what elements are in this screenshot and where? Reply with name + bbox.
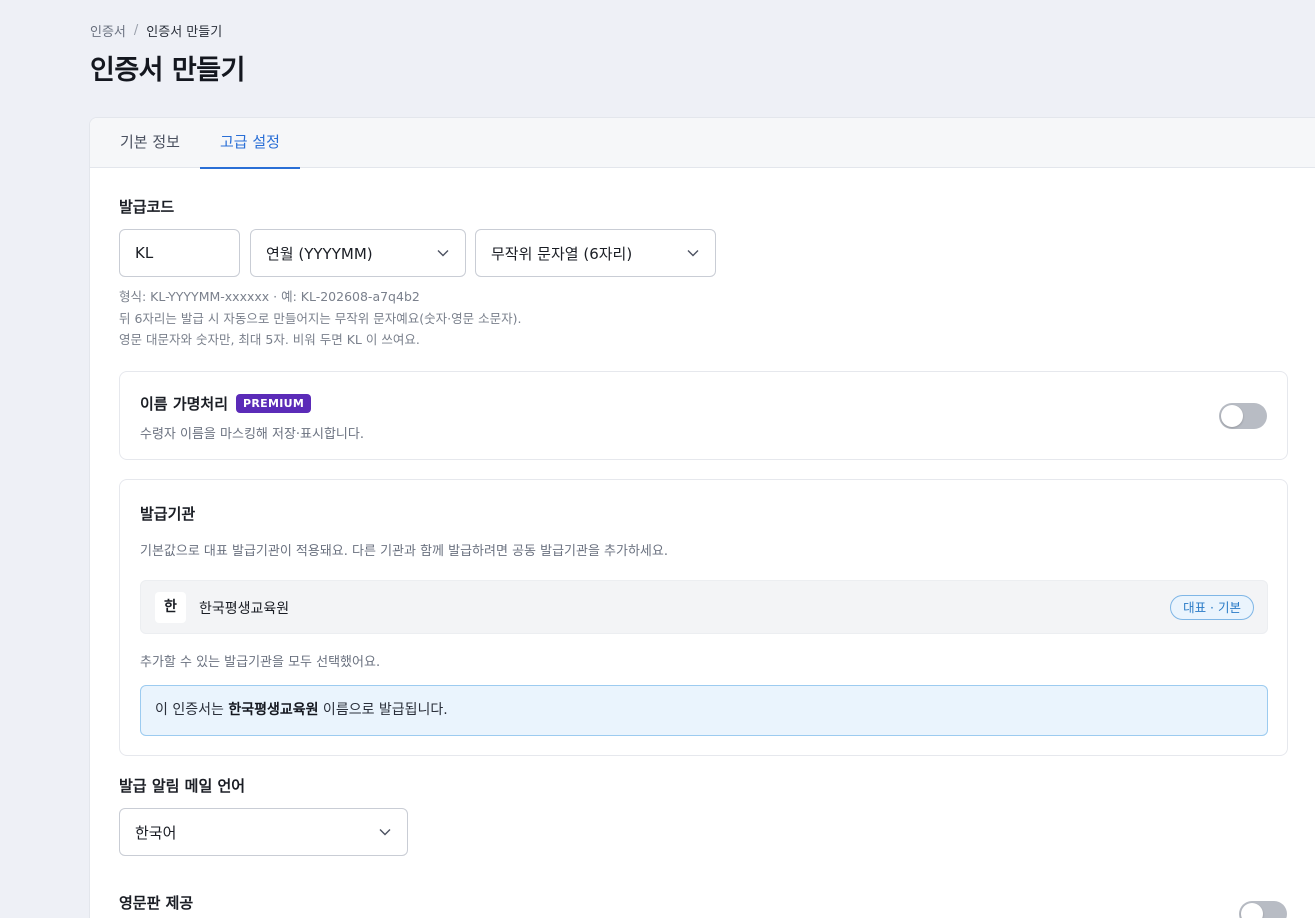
helper-line: 뒤 6자리는 발급 시 자동으로 만들어지는 무작위 문자예요(숫자·영문 소문…: [119, 310, 522, 326]
english-version-label: 영문판 제공: [119, 894, 194, 912]
info-suffix: 이름으로 발급됩니다.: [318, 702, 448, 718]
helper-line: 영문 대문자와 숫자만, 최대 5자. 비워 두면 KL 이 쓰여요.: [119, 332, 420, 347]
helper-line: 형식: KL-YYYYMM-xxxxxx · 예: KL-202608-a7q4…: [119, 289, 420, 304]
issue-code-label: 발급코드: [119, 198, 175, 216]
info-prefix: 이 인증서는: [155, 702, 229, 718]
chevron-down-icon: [436, 246, 450, 260]
toggle-knob: [1241, 903, 1263, 918]
suffix-format-value: 무작위 문자열 (6자리): [491, 244, 633, 263]
anonymize-toggle[interactable]: [1219, 403, 1267, 429]
tab-basic-info[interactable]: 기본 정보: [100, 118, 200, 168]
date-format-value: 연월 (YYYYMM): [266, 244, 373, 263]
tab-advanced-settings[interactable]: 고급 설정: [199, 118, 300, 169]
issuer-org-row: 한 한국평생교육원 대표 · 기본: [140, 580, 1268, 634]
mail-language-label: 발급 알림 메일 언어: [119, 777, 246, 795]
breadcrumb-separator: /: [133, 23, 139, 38]
issuer-description: 기본값으로 대표 발급기관이 적용돼요. 다른 기관과 함께 발급하려면 공동 …: [140, 544, 668, 559]
mail-language-select[interactable]: 한국어: [119, 808, 408, 856]
breadcrumb-current: 인증서 만들기: [146, 25, 223, 40]
issue-code-helper: 형식: KL-YYYYMM-xxxxxx · 예: KL-202608-a7q4…: [119, 286, 521, 351]
issue-code-prefix-input[interactable]: KL: [119, 229, 240, 277]
issuer-box: 발급기관 기본값으로 대표 발급기관이 적용돼요. 다른 기관과 함께 발급하려…: [119, 479, 1288, 756]
english-version-toggle[interactable]: [1239, 901, 1287, 918]
suffix-format-select[interactable]: 무작위 문자열 (6자리): [475, 229, 716, 277]
issuer-all-selected-note: 추가할 수 있는 발급기관을 모두 선택했어요.: [140, 655, 381, 670]
info-org-name: 한국평생교육원: [228, 702, 319, 718]
anonymize-box: 이름 가명처리 PREMIUM 수령자 이름을 마스킹해 저장·표시합니다.: [119, 371, 1288, 460]
issuer-info-box: 이 인증서는 한국평생교육원 이름으로 발급됩니다.: [140, 685, 1268, 736]
status-badge: 대표 · 기본: [1170, 595, 1254, 620]
anonymize-title: 이름 가명처리 PREMIUM: [140, 393, 312, 414]
mail-language-value: 한국어: [135, 823, 177, 842]
issue-code-prefix-value: KL: [135, 244, 154, 262]
breadcrumb: 인증서 / 인증서 만들기: [90, 21, 222, 40]
tab-bar: 기본 정보 고급 설정: [90, 118, 1315, 169]
avatar: 한: [155, 592, 186, 623]
issuer-title: 발급기관: [140, 505, 196, 523]
anonymize-description: 수령자 이름을 마스킹해 저장·표시합니다.: [140, 427, 364, 442]
toggle-knob: [1221, 405, 1243, 427]
chevron-down-icon: [378, 825, 392, 839]
issuer-org-name: 한국평생교육원: [199, 601, 290, 617]
page-title: 인증서 만들기: [90, 55, 245, 86]
premium-badge: PREMIUM: [236, 394, 312, 413]
date-format-select[interactable]: 연월 (YYYYMM): [250, 229, 466, 277]
breadcrumb-root[interactable]: 인증서: [90, 21, 126, 40]
chevron-down-icon: [686, 246, 700, 260]
page: 인증서 / 인증서 만들기 인증서 만들기 기본 정보 고급 설정 발급코드 K…: [0, 0, 1315, 918]
anonymize-title-text: 이름 가명처리: [140, 395, 229, 413]
